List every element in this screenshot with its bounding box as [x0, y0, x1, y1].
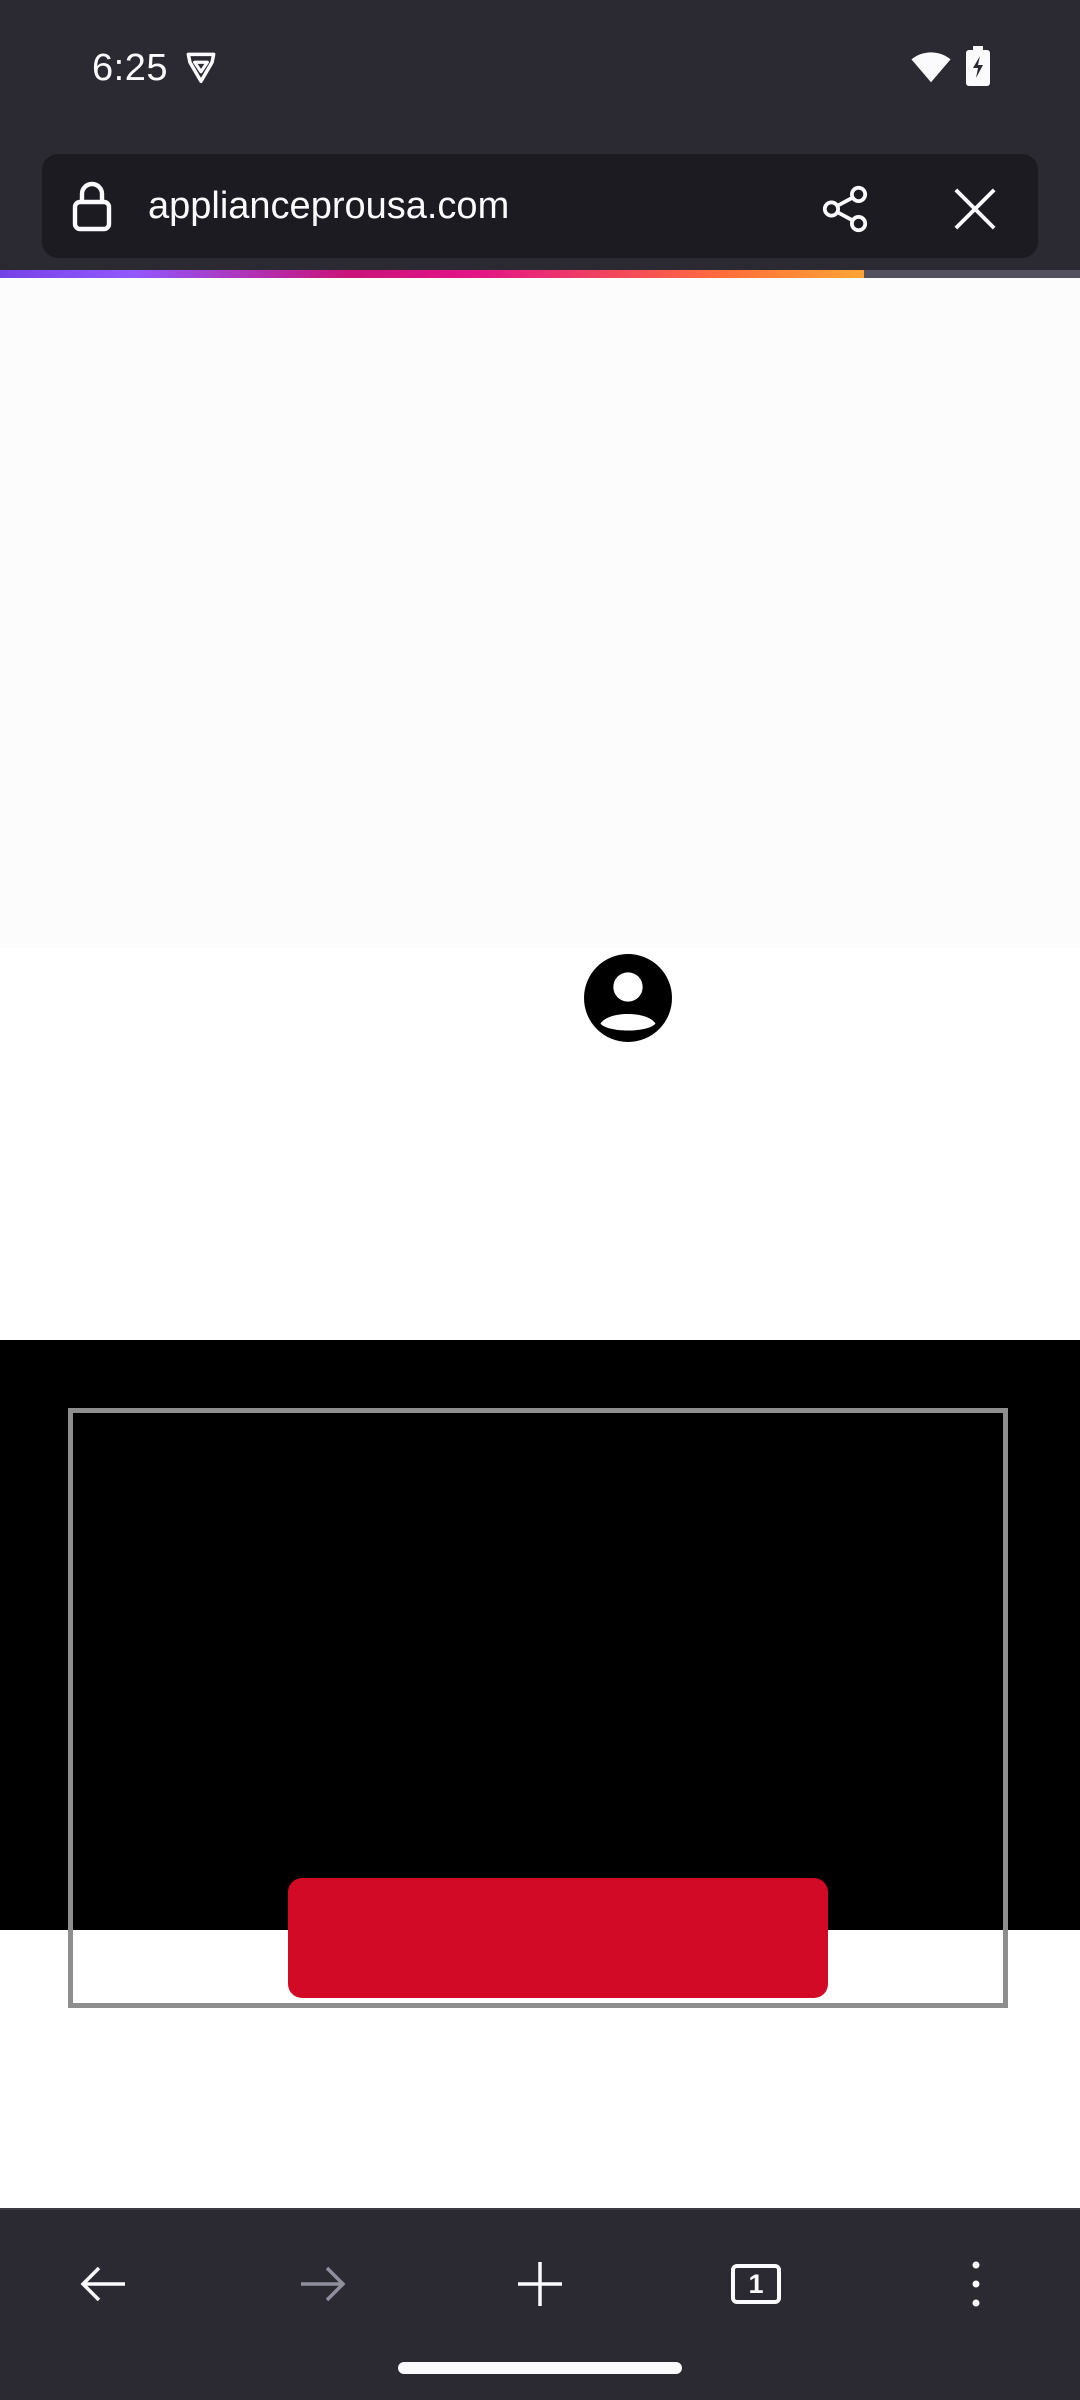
lock-icon[interactable] [72, 180, 112, 232]
url-text[interactable]: applianceprousa.com [148, 182, 509, 230]
progress-fill [0, 270, 864, 278]
browser-toolbar: applianceprousa.com [0, 140, 1080, 270]
url-bar[interactable]: applianceprousa.com [42, 154, 1038, 258]
battery-charging-icon [966, 46, 990, 86]
arrow-forward-icon [301, 2266, 346, 2302]
brave-lion-icon [186, 52, 216, 83]
page-load-progress [0, 270, 1080, 278]
status-time: 6:25 [92, 47, 168, 89]
more-vertical-icon [972, 2261, 980, 2307]
status-bar: 6:25 [0, 0, 1080, 140]
menu-button[interactable] [936, 2244, 1016, 2324]
tab-count: 1 [731, 2264, 781, 2304]
back-button[interactable] [64, 2244, 144, 2324]
arrow-back-icon [80, 2266, 125, 2302]
bottom-navigation: 1 [0, 2208, 1080, 2400]
tabs-button[interactable]: 1 [716, 2244, 796, 2324]
account-circle-icon[interactable] [584, 954, 672, 1042]
screen: 6:25 applianceprousa.com 1 [0, 0, 1080, 2400]
forward-button[interactable] [282, 2244, 362, 2324]
web-hero-placeholder [0, 278, 1080, 948]
plus-icon [518, 2262, 562, 2306]
share-icon[interactable] [820, 184, 870, 234]
wifi-icon [911, 52, 951, 83]
web-cta-button[interactable] [288, 1878, 828, 1998]
new-tab-button[interactable] [500, 2244, 580, 2324]
home-gesture-bar[interactable] [398, 2362, 682, 2374]
close-icon[interactable] [952, 186, 998, 232]
